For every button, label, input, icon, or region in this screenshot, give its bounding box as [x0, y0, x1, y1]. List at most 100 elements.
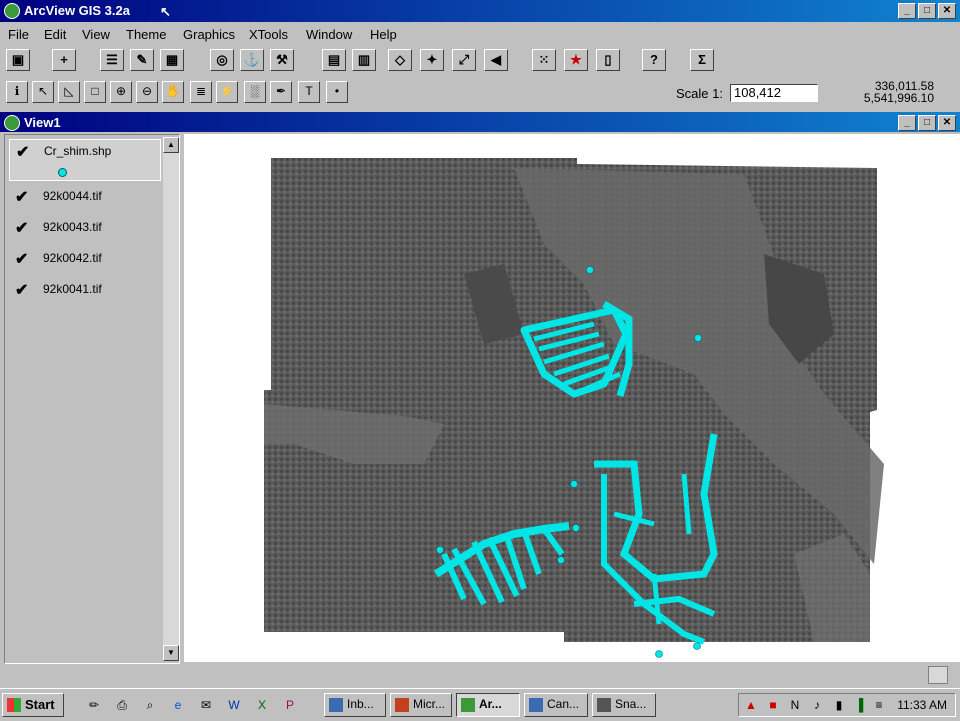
tray-volume-icon[interactable]: ♪	[807, 695, 827, 715]
menu-help[interactable]: Help	[370, 27, 397, 42]
save-icon: ▣	[11, 52, 25, 67]
scale-input[interactable]: 108,412	[730, 84, 818, 102]
view-close-button[interactable]: ✕	[938, 115, 956, 131]
quicklaunch-outlook-icon[interactable]: ✉	[196, 695, 216, 715]
layer-92k0043[interactable]: ✔ 92k0043.tif	[9, 216, 159, 238]
add-theme-button[interactable]: +	[52, 49, 76, 71]
area-of-interest-tool[interactable]: ░	[244, 81, 266, 103]
locate-address-button[interactable]: ⚓	[240, 49, 264, 71]
scroll-up-arrow-icon[interactable]: ▲	[163, 137, 179, 153]
task-inbox[interactable]: Inb...	[324, 693, 386, 717]
quicklaunch-printer-icon[interactable]: ⎙	[112, 695, 132, 715]
zoom-previous-button[interactable]: ◀	[484, 49, 508, 71]
map-display[interactable]	[184, 134, 960, 662]
tray-ati-icon[interactable]: ▲	[741, 695, 761, 715]
quicklaunch-word-icon[interactable]: W	[224, 695, 244, 715]
hotlink-tool[interactable]: ⚡	[216, 81, 238, 103]
theme-properties-button[interactable]: ☰	[100, 49, 124, 71]
zoom-to-active-themes-button[interactable]: ✦	[420, 49, 444, 71]
layer-visibility-checkbox[interactable]: ✔	[15, 280, 28, 300]
inbox-icon	[329, 698, 343, 712]
layout-button[interactable]: ▯	[596, 49, 620, 71]
task-snagit[interactable]: Sna...	[592, 693, 656, 717]
select-feature-tool[interactable]: □	[84, 81, 106, 103]
select-grid-icon: ⁙	[538, 52, 550, 67]
task-arcview[interactable]: Ar...	[456, 693, 520, 717]
text-tool-icon: T	[305, 84, 313, 98]
zoom-to-full-extent-button[interactable]: ◇	[388, 49, 412, 71]
menu-theme[interactable]: Theme	[126, 27, 166, 42]
scroll-down-arrow-icon[interactable]: ▼	[163, 645, 179, 661]
task-microsoft[interactable]: Micr...	[390, 693, 452, 717]
layer-cr-shim[interactable]: ✔ Cr_shim.shp	[9, 139, 161, 181]
open-table-button[interactable]: ▦	[160, 49, 184, 71]
help-button[interactable]: ?	[642, 49, 666, 71]
table-icon: ▦	[165, 52, 179, 67]
menu-file[interactable]: File	[8, 27, 29, 42]
edit-legend-button[interactable]: ✎	[130, 49, 154, 71]
view-minimize-button[interactable]: _	[898, 115, 916, 131]
menu-window[interactable]: Window	[306, 27, 352, 42]
zoom-in-button[interactable]: ⤢	[452, 49, 476, 71]
view-restore-button[interactable]: □	[918, 115, 936, 131]
vertex-edit-tool[interactable]: ◺	[58, 81, 80, 103]
quicklaunch-excel-icon[interactable]: X	[252, 695, 272, 715]
scale-label: Scale 1:	[676, 86, 723, 101]
find-button[interactable]: ◎	[210, 49, 234, 71]
layer-visibility-checkbox[interactable]: ✔	[15, 249, 28, 269]
zoom-to-selected-button[interactable]: ▥	[352, 49, 376, 71]
pointer-tool[interactable]: ↖	[32, 81, 54, 103]
task-label: Inb...	[347, 697, 374, 711]
query-builder-button[interactable]: ⚒	[270, 49, 294, 71]
aerial-map[interactable]	[184, 134, 960, 662]
layer-92k0041[interactable]: ✔ 92k0041.tif	[9, 278, 159, 300]
quicklaunch-ie-icon[interactable]: e	[168, 695, 188, 715]
draw-point-tool[interactable]: •	[326, 81, 348, 103]
document-icon	[529, 698, 543, 712]
label-tool[interactable]: ✒	[270, 81, 292, 103]
tray-display-icon[interactable]: ■	[763, 695, 783, 715]
measure-tool[interactable]: ≣	[190, 81, 212, 103]
zoom-out-tool[interactable]: ⊖	[136, 81, 158, 103]
tray-battery-icon[interactable]: ▮	[829, 695, 849, 715]
sum-icon: Σ	[698, 52, 706, 67]
layer-visibility-checkbox[interactable]: ✔	[15, 218, 28, 238]
quicklaunch-search-icon[interactable]: ⌕	[140, 695, 160, 715]
point-symbol-icon	[58, 168, 67, 177]
select-by-theme-button[interactable]: ▤	[322, 49, 346, 71]
task-can[interactable]: Can...	[524, 693, 588, 717]
text-tool[interactable]: T	[298, 81, 320, 103]
quicklaunch-pencil-icon[interactable]: ✏	[84, 695, 104, 715]
zoom-in-tool[interactable]: ⊕	[110, 81, 132, 103]
resize-grip-icon[interactable]	[928, 666, 948, 684]
layer-92k0042[interactable]: ✔ 92k0042.tif	[9, 247, 159, 269]
identify-tool[interactable]: ℹ	[6, 81, 28, 103]
layer-visibility-checkbox[interactable]: ✔	[15, 187, 28, 207]
close-button[interactable]: ✕	[938, 3, 956, 19]
menu-view[interactable]: View	[82, 27, 110, 42]
toc-scrollbar[interactable]: ▲ ▼	[163, 137, 179, 661]
menu-graphics[interactable]: Graphics	[183, 27, 235, 42]
quicklaunch-powerpoint-icon[interactable]: P	[280, 695, 300, 715]
menu-edit[interactable]: Edit	[44, 27, 66, 42]
create-chart-button[interactable]: ★	[564, 49, 588, 71]
layer-visibility-checkbox[interactable]: ✔	[16, 142, 29, 162]
minimize-button[interactable]: _	[898, 3, 916, 19]
layer-name: 92k0042.tif	[43, 251, 102, 265]
layout-icon: ▯	[604, 52, 612, 67]
restore-button[interactable]: □	[918, 3, 936, 19]
select-features-button[interactable]: ⁙	[532, 49, 556, 71]
measure-icon: ≣	[195, 84, 207, 98]
zoom-in-icon: ⊕	[115, 84, 127, 98]
start-button[interactable]: Start	[2, 693, 64, 717]
tray-network-icon[interactable]: N	[785, 695, 805, 715]
save-button[interactable]: ▣	[6, 49, 30, 71]
summarize-button[interactable]: Σ	[690, 49, 714, 71]
pan-tool[interactable]: ✋	[162, 81, 184, 103]
layer-92k0044[interactable]: ✔ 92k0044.tif	[9, 185, 159, 207]
tray-meter-icon[interactable]: ▐	[849, 695, 869, 715]
layer-name: 92k0041.tif	[43, 282, 102, 296]
arcview-icon	[461, 698, 475, 712]
tray-cpu-icon[interactable]: ≡	[869, 695, 889, 715]
menu-xtools[interactable]: XTools	[249, 27, 288, 42]
